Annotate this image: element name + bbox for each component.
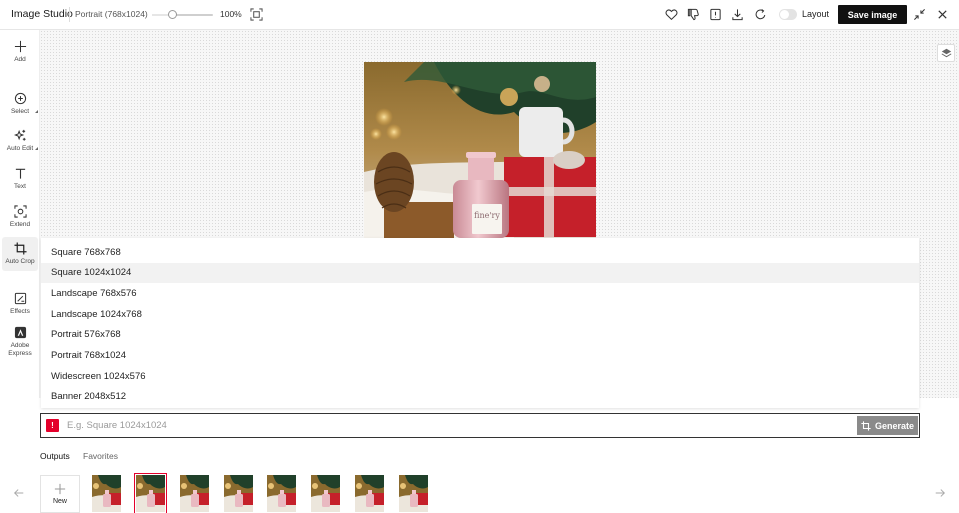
thumbnail-image (311, 475, 340, 512)
select-icon (14, 92, 26, 105)
output-thumbnail[interactable] (399, 475, 428, 512)
thumbnail-image (136, 475, 165, 512)
tool-label: Text (14, 183, 26, 190)
crop-preset-item[interactable]: Portrait 576x768 (41, 325, 919, 345)
effects-icon (14, 292, 26, 305)
perfume-photo: fine'ry (364, 62, 596, 238)
arrow-right-icon[interactable] (934, 487, 946, 499)
output-thumbnail[interactable] (224, 475, 253, 512)
zoom-slider[interactable] (152, 10, 213, 19)
close-icon[interactable] (936, 8, 949, 21)
thumbs-down-icon[interactable] (687, 8, 700, 21)
collapse-icon[interactable] (913, 8, 926, 21)
divider (69, 7, 70, 22)
tool-label: Auto Edit (6, 145, 34, 152)
zoom-percent: 100% (220, 9, 242, 19)
extend-icon (13, 205, 27, 218)
tool-auto-edit[interactable]: Auto Edit (2, 129, 38, 152)
thumbnail-image (224, 475, 253, 512)
arrow-left-icon[interactable] (13, 487, 25, 499)
canvas-image[interactable]: fine'ry (364, 62, 596, 238)
tool-extend[interactable]: Extend (2, 205, 38, 228)
adobe-express-icon (14, 326, 26, 339)
generate-button[interactable]: Generate (857, 416, 918, 435)
tool-auto-crop[interactable]: Auto Crop (2, 237, 38, 271)
layers-icon (941, 48, 951, 57)
save-image-button[interactable]: Save image (838, 5, 907, 24)
output-thumbnail[interactable] (134, 473, 167, 513)
layers-button[interactable] (937, 44, 955, 62)
zoom-slider-handle[interactable] (168, 10, 178, 19)
tool-label: Adobe Express (8, 342, 32, 357)
tool-label: Extend (9, 221, 31, 228)
crop-preset-item[interactable]: Portrait 768x1024 (41, 346, 919, 366)
tab-favorites[interactable]: Favorites (83, 451, 118, 461)
thumbnail-image (267, 475, 296, 512)
fit-to-screen-icon[interactable] (250, 8, 263, 21)
tool-label: Effects (10, 308, 30, 315)
crop-icon (13, 242, 27, 255)
tool-text[interactable]: Text (2, 167, 38, 190)
output-thumbnail[interactable] (180, 475, 209, 512)
sparkle-icon (13, 129, 26, 141)
tool-select[interactable]: Select (2, 92, 38, 115)
crop-preset-item[interactable]: Landscape 768x576 (41, 283, 919, 303)
regenerate-icon[interactable] (754, 8, 767, 21)
download-icon[interactable] (731, 8, 744, 21)
crop-preset-menu: Square 768x768 Square 1024x1024 Landscape … (41, 238, 919, 408)
output-thumbnail[interactable] (92, 475, 121, 512)
app-title: Image Studio (11, 8, 73, 20)
output-thumbnail[interactable] (355, 475, 384, 512)
top-bar: Image Studio Portrait (768x1024) 100% La… (0, 0, 959, 30)
crop-prompt-input[interactable] (67, 417, 847, 434)
crop-preset-item[interactable]: Square 768x768 (41, 242, 919, 262)
layout-label: Layout (802, 9, 830, 19)
crop-icon (861, 420, 871, 431)
tool-label: Auto Crop (5, 258, 35, 265)
tool-add[interactable]: Add (2, 40, 38, 63)
tool-submenu-caret (35, 147, 38, 150)
tool-submenu-caret (35, 110, 38, 113)
tool-sidebar: Add Select Auto Edit Text Extend Auto Cr… (0, 30, 40, 398)
generate-label: Generate (874, 420, 915, 431)
thumbnail-image (92, 475, 121, 512)
report-icon[interactable] (709, 8, 722, 21)
plus-icon (54, 483, 66, 495)
thumbnail-image (355, 475, 384, 512)
crop-preset-item[interactable]: Square 1024x1024 (41, 262, 919, 283)
new-output-button[interactable]: New (40, 475, 80, 513)
warning-badge-icon: ! (46, 419, 59, 432)
crop-preset-item[interactable]: Widescreen 1024x576 (41, 366, 919, 386)
tool-effects[interactable]: Effects (2, 292, 38, 315)
tab-outputs[interactable]: Outputs (40, 451, 70, 461)
crop-preset-item[interactable]: Landscape 1024x768 (41, 304, 919, 324)
plus-icon (14, 40, 26, 53)
text-icon (15, 168, 25, 179)
tool-label: Select (10, 108, 30, 115)
layout-toggle[interactable] (779, 9, 797, 20)
tool-label: Add (14, 56, 26, 63)
thumbnail-image (180, 475, 209, 512)
output-thumbnail[interactable] (311, 475, 340, 512)
thumbnail-image (399, 475, 428, 512)
prompt-bar: ! Generate (40, 413, 920, 438)
tool-adobe-express[interactable]: Adobe Express (2, 326, 38, 358)
new-label: New (52, 498, 67, 505)
crop-preset-item[interactable]: Banner 2048x512 (41, 387, 919, 407)
canvas-size-label: Portrait (768x1024) (75, 9, 148, 19)
output-thumbnail[interactable] (267, 475, 296, 512)
heart-icon[interactable] (665, 8, 678, 21)
bottle-label: fine'ry (474, 211, 500, 220)
